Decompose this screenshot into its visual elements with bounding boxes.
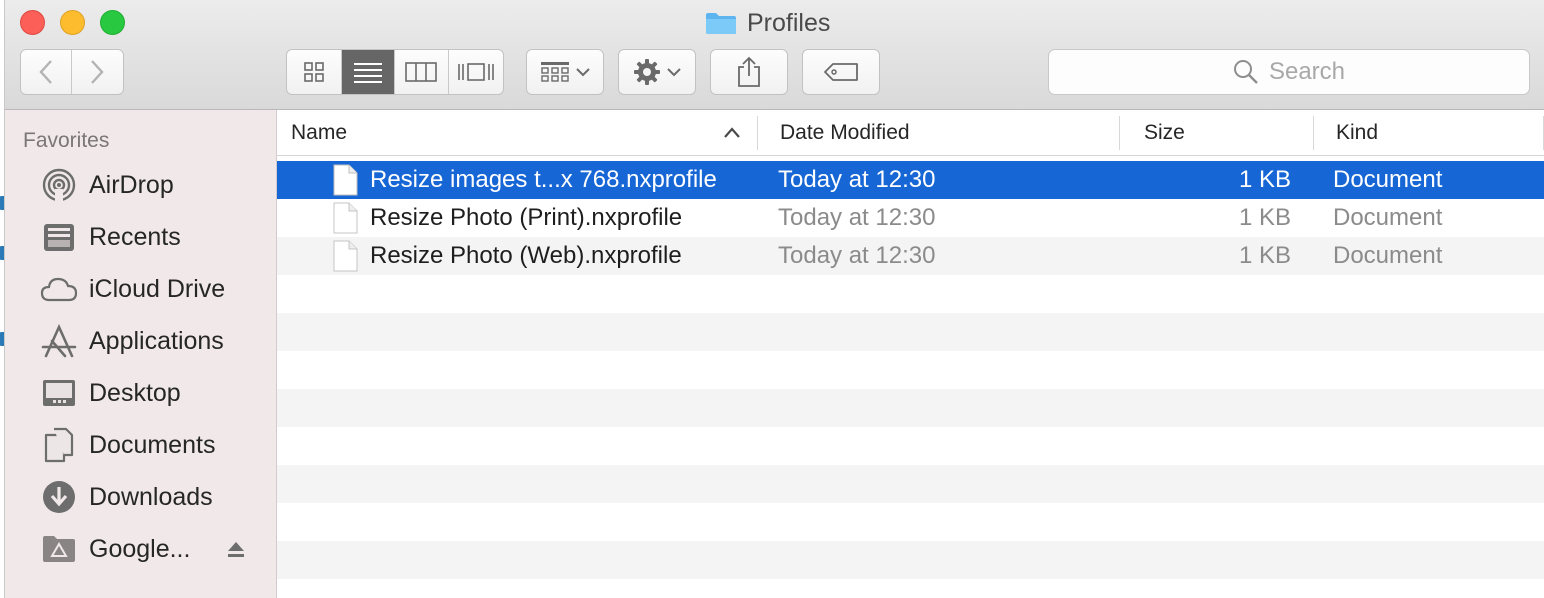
folder-icon bbox=[706, 13, 736, 34]
empty-row bbox=[277, 389, 1544, 427]
empty-row bbox=[277, 275, 1544, 313]
sidebar-item-label: Recents bbox=[89, 222, 181, 251]
empty-row bbox=[277, 579, 1544, 598]
document-icon bbox=[333, 240, 358, 272]
applications-icon bbox=[39, 321, 79, 361]
column-divider[interactable] bbox=[1119, 116, 1120, 150]
column-view-icon bbox=[405, 62, 438, 82]
action-menu-button[interactable] bbox=[618, 49, 696, 95]
sidebar-item-documents[interactable]: Documents bbox=[5, 423, 277, 467]
sidebar-item-label: Documents bbox=[89, 430, 216, 459]
search-field[interactable]: Search bbox=[1048, 49, 1530, 95]
search-icon bbox=[1233, 60, 1258, 84]
forward-button[interactable] bbox=[72, 50, 123, 94]
column-header-row: Name Date Modified Size Kind bbox=[277, 110, 1544, 156]
navigation-buttons bbox=[20, 49, 124, 95]
file-name: Resize Photo (Web).nxprofile bbox=[370, 242, 682, 269]
empty-row bbox=[277, 351, 1544, 389]
airdrop-icon bbox=[39, 165, 79, 205]
cloud-icon bbox=[39, 269, 79, 309]
file-name: Resize images t...x 768.nxprofile bbox=[370, 166, 717, 193]
file-size: 1 KB bbox=[1238, 242, 1291, 269]
empty-row bbox=[277, 503, 1544, 541]
view-mode-control bbox=[286, 49, 504, 95]
share-icon bbox=[738, 56, 760, 87]
column-header-date-modified[interactable]: Date Modified bbox=[780, 110, 910, 156]
chevron-left-icon bbox=[39, 60, 52, 84]
chevron-right-icon bbox=[91, 60, 104, 84]
sidebar-item-google-drive[interactable]: Google... bbox=[5, 527, 277, 571]
file-row[interactable]: Resize Photo (Web).nxprofile Today at 12… bbox=[277, 237, 1544, 275]
file-kind: Document bbox=[1333, 204, 1443, 231]
empty-row bbox=[277, 313, 1544, 351]
finder-window: Profiles Search Favorites AirDrop Recent… bbox=[4, 0, 1544, 598]
column-divider[interactable] bbox=[757, 116, 758, 150]
sidebar-item-label: Desktop bbox=[89, 378, 181, 407]
zoom-window-button[interactable] bbox=[100, 10, 125, 35]
search-placeholder: Search bbox=[1268, 58, 1346, 85]
sidebar-item-label: AirDrop bbox=[89, 170, 174, 199]
group-by-icon bbox=[541, 62, 569, 82]
chevron-down-icon bbox=[667, 68, 681, 77]
icon-view-button[interactable] bbox=[287, 50, 342, 94]
recents-icon bbox=[39, 217, 79, 257]
desktop-icon bbox=[39, 373, 79, 413]
sidebar-item-label: iCloud Drive bbox=[89, 274, 226, 303]
column-header-kind[interactable]: Kind bbox=[1336, 110, 1378, 156]
documents-icon bbox=[39, 425, 79, 465]
column-header-name[interactable]: Name bbox=[291, 110, 347, 156]
window-title: Profiles bbox=[705, 8, 830, 38]
file-kind: Document bbox=[1333, 166, 1443, 193]
tags-button[interactable] bbox=[802, 49, 880, 95]
list-view-button[interactable] bbox=[341, 50, 395, 94]
column-header-size[interactable]: Size bbox=[1144, 110, 1185, 156]
file-size: 1 KB bbox=[1238, 166, 1291, 193]
file-name: Resize Photo (Print).nxprofile bbox=[370, 204, 683, 231]
sidebar-item-label: Applications bbox=[89, 326, 224, 355]
sidebar-item-airdrop[interactable]: AirDrop bbox=[5, 163, 277, 207]
sidebar-item-label: Google... bbox=[89, 534, 191, 563]
empty-row bbox=[277, 427, 1544, 465]
file-row[interactable]: Resize Photo (Print).nxprofile Today at … bbox=[277, 199, 1544, 237]
google-drive-folder-icon bbox=[39, 529, 79, 569]
cover-flow-view-icon bbox=[457, 63, 494, 81]
chevron-down-icon bbox=[576, 68, 590, 77]
sidebar-item-label: Downloads bbox=[89, 482, 213, 511]
sidebar: Favorites AirDrop Recents iCloud Drive A… bbox=[5, 110, 277, 598]
tag-icon bbox=[824, 63, 858, 81]
back-button[interactable] bbox=[21, 50, 72, 94]
minimize-window-button[interactable] bbox=[60, 10, 85, 35]
list-view-icon bbox=[353, 63, 382, 83]
cover-flow-view-button[interactable] bbox=[449, 50, 503, 94]
file-size: 1 KB bbox=[1238, 204, 1291, 231]
document-icon bbox=[333, 164, 358, 196]
file-row[interactable]: Resize images t...x 768.nxprofile Today … bbox=[277, 161, 1544, 199]
sidebar-item-desktop[interactable]: Desktop bbox=[5, 371, 277, 415]
file-date-modified: Today at 12:30 bbox=[778, 166, 936, 193]
gear-icon bbox=[634, 59, 660, 85]
column-view-button[interactable] bbox=[395, 50, 449, 94]
document-icon bbox=[333, 202, 358, 234]
file-list: Name Date Modified Size Kind Resize imag… bbox=[277, 110, 1544, 598]
window-title-text: Profiles bbox=[747, 8, 831, 37]
sidebar-item-applications[interactable]: Applications bbox=[5, 319, 277, 363]
close-window-button[interactable] bbox=[20, 10, 45, 35]
column-divider[interactable] bbox=[1313, 116, 1314, 150]
share-button[interactable] bbox=[710, 49, 788, 95]
downloads-icon bbox=[39, 477, 79, 517]
sidebar-item-downloads[interactable]: Downloads bbox=[5, 475, 277, 519]
sidebar-header-favorites: Favorites bbox=[23, 129, 110, 152]
sort-ascending-icon bbox=[724, 127, 740, 138]
sidebar-item-recents[interactable]: Recents bbox=[5, 215, 277, 259]
eject-icon[interactable] bbox=[227, 540, 245, 558]
toolbar: Profiles Search bbox=[5, 0, 1544, 110]
file-kind: Document bbox=[1333, 242, 1443, 269]
icon-view-icon bbox=[303, 62, 324, 82]
empty-row bbox=[277, 465, 1544, 503]
file-date-modified: Today at 12:30 bbox=[778, 242, 936, 269]
file-date-modified: Today at 12:30 bbox=[778, 204, 936, 231]
sidebar-item-icloud-drive[interactable]: iCloud Drive bbox=[5, 267, 277, 311]
empty-row bbox=[277, 541, 1544, 579]
group-by-button[interactable] bbox=[526, 49, 604, 95]
